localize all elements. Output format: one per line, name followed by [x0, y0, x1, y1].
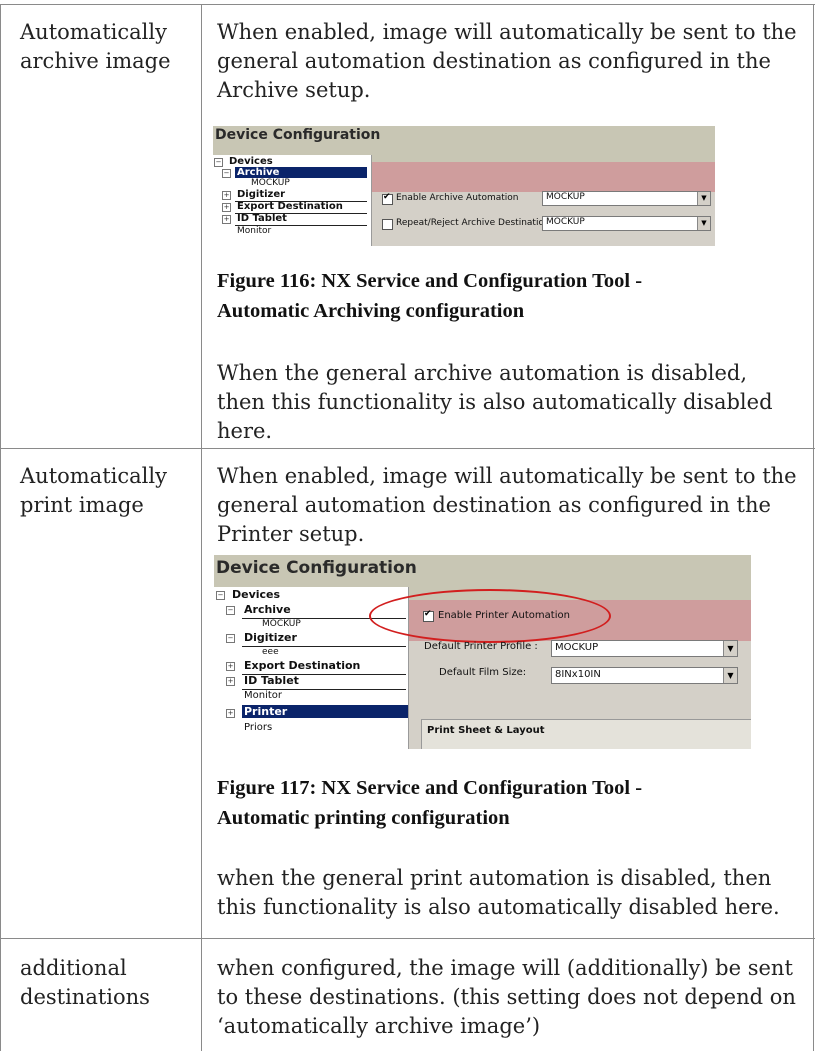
default-printer-profile-value: MOCKUP — [555, 642, 599, 653]
collapse-icon[interactable]: − — [226, 634, 235, 643]
table-row-divider — [0, 938, 815, 939]
tree-item-archive[interactable]: Archive — [244, 603, 291, 616]
default-printer-profile-label: Default Printer Profile : — [424, 641, 538, 652]
window-title: Device Configuration — [215, 127, 381, 143]
tree-item-digitizer[interactable]: Digitizer — [237, 189, 285, 200]
row-description: When enabled, image will automatically b… — [217, 464, 797, 546]
collapse-icon[interactable]: − — [222, 169, 231, 178]
print-sheet-layout-section: Print Sheet & Layout — [421, 719, 751, 749]
figure-caption: Figure 117: NX Service and Configuration… — [217, 777, 643, 829]
highlight-oval — [369, 589, 611, 643]
tree-item-devices[interactable]: Devices — [229, 156, 273, 167]
expand-icon[interactable]: + — [226, 709, 235, 718]
table-right-border — [813, 4, 814, 1051]
enable-archive-label: Enable Archive Automation — [396, 193, 519, 203]
collapse-icon[interactable]: − — [226, 606, 235, 615]
tree-item-monitor[interactable]: Monitor — [244, 690, 282, 701]
repeat-reject-label: Repeat/Reject Archive Destination — [396, 218, 550, 228]
repeat-reject-checkbox[interactable] — [382, 219, 393, 230]
archive-destination-select[interactable]: MOCKUP ▼ — [542, 191, 711, 206]
chevron-down-icon[interactable]: ▼ — [723, 668, 737, 683]
print-sheet-layout-label: Print Sheet & Layout — [427, 725, 545, 736]
default-printer-profile-select[interactable]: MOCKUP ▼ — [551, 640, 738, 657]
tree-item-id-tablet[interactable]: ID Tablet — [244, 674, 299, 687]
chevron-down-icon[interactable]: ▼ — [697, 192, 710, 205]
expand-icon[interactable]: + — [222, 215, 231, 224]
highlight-band — [372, 162, 715, 192]
expand-icon[interactable]: + — [222, 203, 231, 212]
tree-item-mockup[interactable]: MOCKUP — [262, 619, 301, 629]
table-left-border — [0, 4, 1, 1051]
tree-item-printer[interactable]: Printer — [242, 705, 408, 718]
tree-item-export-destination[interactable]: Export Destination — [237, 201, 343, 212]
collapse-icon[interactable]: − — [214, 158, 223, 167]
screenshot-printer-config: Device Configuration − Devices − Archive… — [214, 555, 751, 749]
chevron-down-icon[interactable]: ▼ — [697, 217, 710, 230]
expand-icon[interactable]: + — [226, 662, 235, 671]
chevron-down-icon[interactable]: ▼ — [723, 641, 737, 656]
tree-item-id-tablet[interactable]: ID Tablet — [237, 213, 287, 224]
figure-caption: Figure 116: NX Service and Configuration… — [217, 270, 643, 322]
tree-item-priors[interactable]: Priors — [244, 722, 272, 733]
device-tree: − Devices − Archive MOCKUP + Digitizer +… — [213, 155, 372, 246]
tree-item-eee[interactable]: eee — [262, 647, 279, 657]
row-label: Automatically archive image — [20, 20, 171, 73]
table-column-divider — [201, 4, 202, 1051]
window-title: Device Configuration — [216, 558, 417, 578]
row-description: When enabled, image will automatically b… — [217, 20, 797, 102]
row-note: when the general print automation is dis… — [217, 866, 780, 919]
row-note: When the general archive automation is d… — [217, 361, 773, 443]
default-film-size-select[interactable]: 8INx10IN ▼ — [551, 667, 738, 684]
tree-item-monitor[interactable]: Monitor — [237, 226, 271, 236]
table-row-divider — [0, 448, 815, 449]
tree-item-digitizer[interactable]: Digitizer — [244, 631, 297, 644]
default-film-size-label: Default Film Size: — [439, 667, 527, 678]
archive-destination-value: MOCKUP — [546, 192, 585, 202]
tree-item-devices[interactable]: Devices — [232, 588, 280, 601]
row-label: additional destinations — [20, 956, 150, 1009]
repeat-reject-value: MOCKUP — [546, 217, 585, 227]
repeat-reject-select[interactable]: MOCKUP ▼ — [542, 216, 711, 231]
tree-item-mockup[interactable]: MOCKUP — [251, 178, 290, 188]
default-film-size-value: 8INx10IN — [555, 669, 601, 680]
collapse-icon[interactable]: − — [216, 591, 225, 600]
tree-item-export-destination[interactable]: Export Destination — [244, 659, 360, 672]
enable-archive-checkbox[interactable] — [382, 192, 393, 205]
expand-icon[interactable]: + — [226, 677, 235, 686]
screenshot-archive-config: Device Configuration − Devices − Archive… — [213, 126, 715, 246]
tree-item-archive[interactable]: Archive — [235, 167, 367, 178]
row-label: Automatically print image — [20, 464, 167, 517]
row-description: when configured, the image will (additio… — [217, 956, 796, 1038]
table-top-border — [0, 4, 815, 5]
expand-icon[interactable]: + — [222, 191, 231, 200]
